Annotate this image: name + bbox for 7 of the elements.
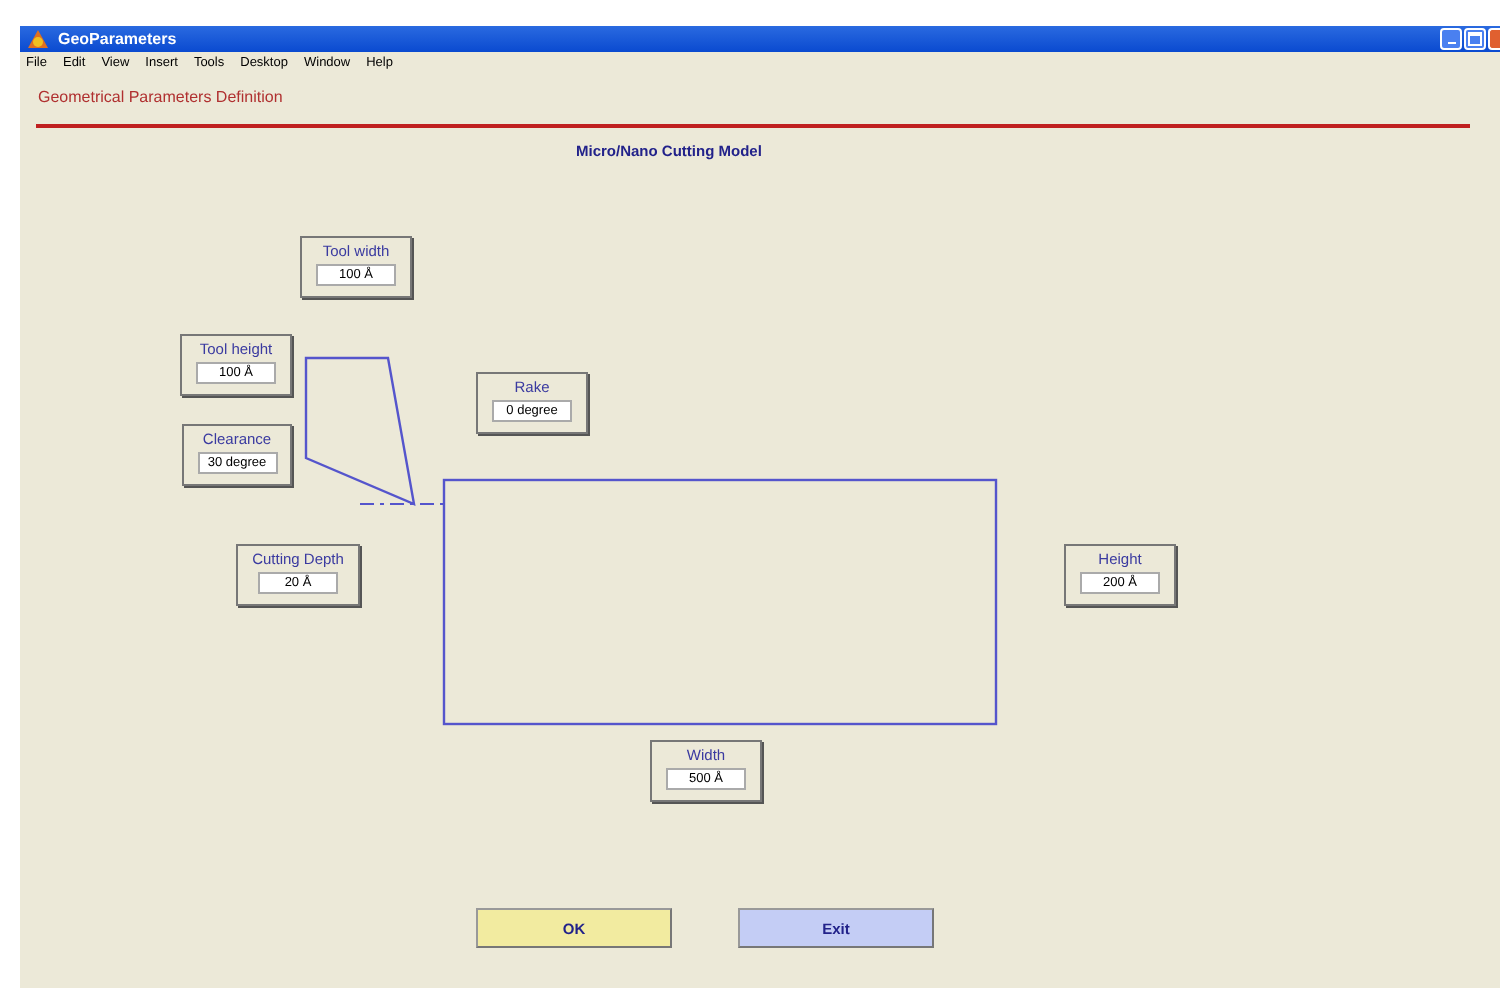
section-heading: Geometrical Parameters Definition <box>38 88 283 106</box>
cut-line <box>359 503 445 505</box>
minimize-button[interactable] <box>1440 28 1462 50</box>
window-title: GeoParameters <box>58 30 177 48</box>
maximize-button[interactable] <box>1464 28 1486 50</box>
app-icon <box>26 27 50 51</box>
close-button[interactable] <box>1488 28 1500 50</box>
